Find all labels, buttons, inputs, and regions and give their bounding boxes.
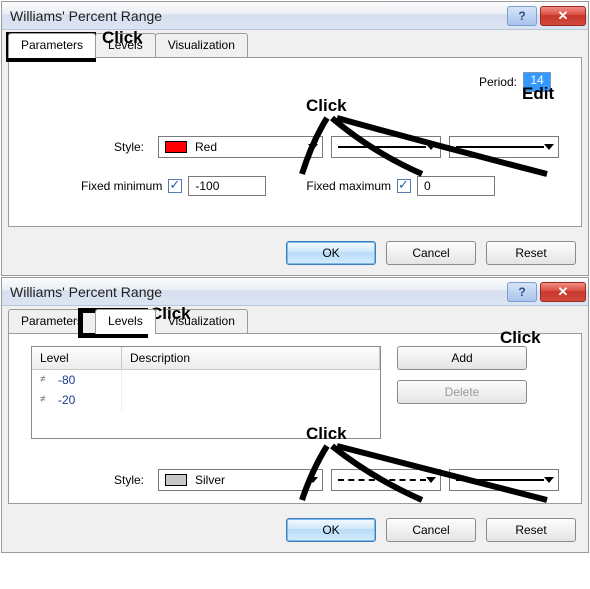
style-color-dropdown[interactable]: Red <box>158 136 323 158</box>
level-desc <box>122 370 380 390</box>
titlebar: Williams' Percent Range ? ✕ <box>2 2 588 30</box>
level-desc <box>122 390 380 410</box>
chevron-down-icon <box>544 477 554 483</box>
button-bar: OK Cancel Reset <box>2 233 588 275</box>
tab-visualization[interactable]: Visualization <box>155 33 248 57</box>
tab-parameters[interactable]: Parameters <box>8 309 96 333</box>
close-button[interactable]: ✕ <box>540 282 586 302</box>
style-thickness-dropdown[interactable] <box>449 136 559 158</box>
table-row[interactable]: ≠ -80 <box>32 370 380 390</box>
line-pattern-icon <box>338 146 426 148</box>
line-thickness-icon <box>456 479 544 481</box>
chevron-down-icon <box>426 477 436 483</box>
window-title: Williams' Percent Range <box>10 284 507 300</box>
add-button[interactable]: Add <box>397 346 527 370</box>
fixed-max-input[interactable]: 0 <box>417 176 495 196</box>
fixed-max-label: Fixed maximum <box>306 179 391 193</box>
tab-levels[interactable]: Levels <box>95 33 156 57</box>
help-icon: ? <box>518 285 525 299</box>
chevron-down-icon <box>426 144 436 150</box>
tab-strip: Parameters Levels Visualization <box>2 30 588 57</box>
fixed-max-checkbox[interactable] <box>397 179 411 193</box>
reset-button[interactable]: Reset <box>486 518 576 542</box>
cancel-button[interactable]: Cancel <box>386 241 476 265</box>
color-swatch-icon <box>165 141 187 153</box>
period-label: Period: <box>479 75 517 89</box>
level-icon: ≠ <box>40 376 54 384</box>
tab-parameters[interactable]: Parameters <box>8 33 96 58</box>
chevron-down-icon <box>308 144 318 150</box>
chevron-down-icon <box>544 144 554 150</box>
close-icon: ✕ <box>558 8 569 24</box>
tab-visualization[interactable]: Visualization <box>155 309 248 333</box>
dialog-parameters: Williams' Percent Range ? ✕ Parameters L… <box>1 1 589 276</box>
style-color-name: Silver <box>195 473 225 487</box>
style-thickness-dropdown[interactable] <box>449 469 559 491</box>
color-swatch-icon <box>165 474 187 486</box>
tab-strip: Parameters Levels Visualization <box>2 306 588 333</box>
style-pattern-dropdown[interactable] <box>331 136 441 158</box>
fixed-min-checkbox[interactable] <box>168 179 182 193</box>
fixed-min-label: Fixed minimum <box>81 179 162 193</box>
table-header: Level Description <box>32 347 380 370</box>
cancel-button[interactable]: Cancel <box>386 518 476 542</box>
titlebar: Williams' Percent Range ? ✕ <box>2 278 588 306</box>
tab-body-parameters: Period: 14 Style: Red Fixed minimum <box>8 57 582 227</box>
dialog-levels: Williams' Percent Range ? ✕ Parameters L… <box>1 277 589 553</box>
ok-button[interactable]: OK <box>286 241 376 265</box>
style-pattern-dropdown[interactable] <box>331 469 441 491</box>
help-button[interactable]: ? <box>507 282 537 302</box>
line-pattern-icon <box>338 479 426 481</box>
delete-button[interactable]: Delete <box>397 380 527 404</box>
button-bar: OK Cancel Reset <box>2 510 588 552</box>
window-title: Williams' Percent Range <box>10 8 507 24</box>
level-icon: ≠ <box>40 396 54 404</box>
period-input[interactable]: 14 <box>523 72 551 92</box>
col-description[interactable]: Description <box>122 347 380 369</box>
tab-body-levels: Level Description ≠-80 ≠-20 Add Delete S <box>8 333 582 504</box>
style-color-name: Red <box>195 140 217 154</box>
tab-levels[interactable]: Levels <box>95 309 156 334</box>
close-button[interactable]: ✕ <box>540 6 586 26</box>
levels-table: Level Description ≠ -80 ≠ -20 <box>31 346 381 439</box>
col-level[interactable]: Level <box>32 347 122 369</box>
style-color-dropdown[interactable]: Silver <box>158 469 323 491</box>
ok-button[interactable]: OK <box>286 518 376 542</box>
style-label: Style: <box>114 140 144 154</box>
style-label: Style: <box>114 473 144 487</box>
close-icon: ✕ <box>558 284 569 300</box>
chevron-down-icon <box>308 477 318 483</box>
table-row[interactable]: ≠ -20 <box>32 390 380 410</box>
help-button[interactable]: ? <box>507 6 537 26</box>
level-value: -20 <box>58 393 75 407</box>
fixed-min-input[interactable]: -100 <box>188 176 266 196</box>
level-value: -80 <box>58 373 75 387</box>
line-thickness-icon <box>456 146 544 148</box>
help-icon: ? <box>518 9 525 23</box>
reset-button[interactable]: Reset <box>486 241 576 265</box>
